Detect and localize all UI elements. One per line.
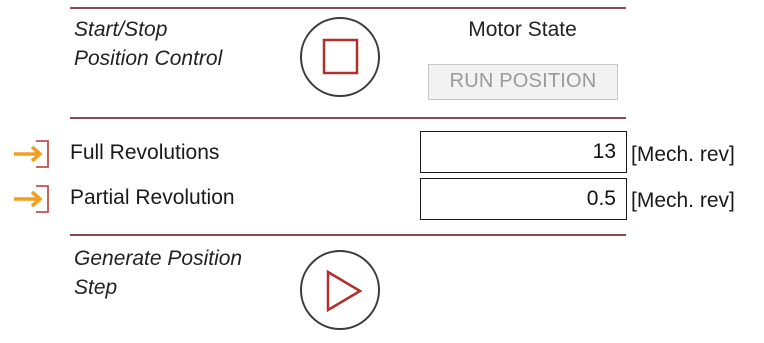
bottom-divider — [70, 234, 626, 236]
top-divider — [70, 7, 626, 9]
motor-state-indicator: RUN POSITION — [428, 64, 618, 100]
partial-revolution-unit: [Mech. rev] — [631, 189, 735, 212]
partial-revolution-input[interactable] — [420, 178, 627, 220]
generate-step-label: Generate Position Step — [74, 247, 243, 299]
full-revolutions-unit: [Mech. rev] — [631, 143, 735, 166]
start-stop-button[interactable] — [300, 17, 380, 97]
input-arrow-icon — [14, 140, 49, 168]
full-revolutions-input[interactable] — [420, 131, 627, 173]
partial-revolution-label: Partial Revolution — [70, 186, 235, 209]
full-revolutions-label: Full Revolutions — [70, 141, 220, 164]
stop-square-icon — [322, 38, 359, 75]
input-arrow-icon — [14, 185, 49, 213]
motor-state-title: Motor State — [468, 18, 577, 41]
generate-step-button[interactable] — [300, 250, 380, 330]
position-control-label: Start/Stop Position Control — [74, 18, 223, 70]
play-triangle-icon — [326, 269, 363, 313]
middle-divider — [70, 117, 626, 119]
